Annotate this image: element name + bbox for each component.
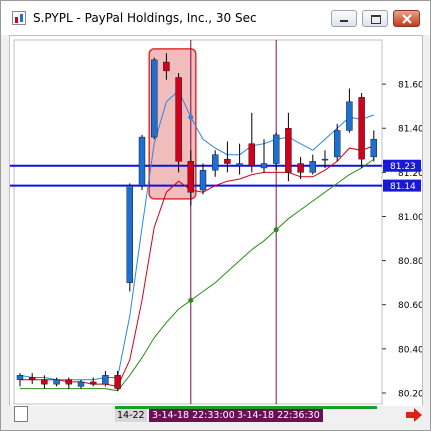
candle-up (260, 163, 268, 169)
price-level-label-1: 81.23 (390, 162, 416, 172)
candle-up (211, 154, 219, 171)
candle-up (199, 169, 207, 191)
candle-up (150, 59, 158, 138)
candle-up (53, 379, 60, 385)
candle-up (126, 185, 134, 283)
candle-down (175, 77, 182, 162)
candle-up (236, 163, 243, 166)
y-tick-label: 81.40 (398, 125, 422, 135)
candle-up (273, 134, 280, 164)
window-title: S.PYPL - PayPal Holdings, Inc., 30 Sec (33, 11, 257, 25)
maximize-button[interactable] (362, 10, 388, 27)
candle-down (65, 379, 72, 385)
ma-marker-dot (188, 297, 194, 303)
close-icon (402, 14, 412, 24)
price-chart[interactable]: 81.6081.4081.2081.0080.8080.6080.4080.20… (10, 36, 422, 407)
candle-down (358, 97, 365, 160)
candle-down (41, 379, 48, 385)
y-tick-label: 81.00 (398, 213, 422, 223)
candle-down (89, 381, 97, 385)
candle-up (16, 375, 24, 380)
y-tick-label: 80.80 (398, 257, 422, 267)
candle-up (334, 130, 341, 158)
candle-up (77, 381, 85, 387)
candle-down (297, 163, 304, 173)
ma-marker-dot (273, 227, 279, 233)
price-level-label-2: 81.14 (390, 182, 416, 192)
scroll-handle[interactable] (14, 406, 28, 422)
chart-window: S.PYPL - PayPal Holdings, Inc., 30 Sec 8… (0, 0, 431, 431)
candle-down (163, 61, 170, 72)
candle-down (187, 161, 195, 193)
chart-app-icon (12, 11, 26, 25)
y-tick-label: 80.20 (398, 389, 422, 399)
candle-down (285, 128, 292, 173)
ma-marker-dot (188, 114, 194, 120)
candle-up (138, 136, 146, 186)
minimize-button[interactable] (331, 10, 357, 27)
time-axis-bar: 14-22 3-14-18 22:33:00 3-14-18 22:36:30 (9, 406, 423, 426)
candle-down (114, 375, 121, 389)
time-label-second: 3-14-18 22:33:00 (149, 409, 238, 422)
candle-up (309, 161, 316, 173)
candle-down (29, 377, 36, 380)
chart-area[interactable]: 81.60 81.40 81.20 81.00 80.80 80.60 80.40 80.20… (9, 35, 423, 408)
close-button[interactable] (393, 10, 420, 27)
scroll-right-arrow-icon[interactable] (405, 407, 423, 423)
y-tick-label: 80.60 (398, 301, 422, 311)
title-bar[interactable]: S.PYPL - PayPal Holdings, Inc., 30 Sec (1, 1, 430, 35)
y-tick-label: 80.40 (398, 345, 422, 355)
candle-up (102, 375, 109, 385)
plot-frame (13, 39, 383, 405)
candle-up (370, 139, 377, 158)
candle-up (346, 101, 353, 131)
y-tick-label: 81.60 (398, 81, 422, 91)
candle-up (321, 158, 329, 161)
candle-down (224, 158, 231, 164)
candle-down (248, 143, 256, 166)
time-label-left: 14-22 (115, 409, 147, 422)
time-label-third: 3-14-18 22:36:30 (234, 409, 323, 422)
